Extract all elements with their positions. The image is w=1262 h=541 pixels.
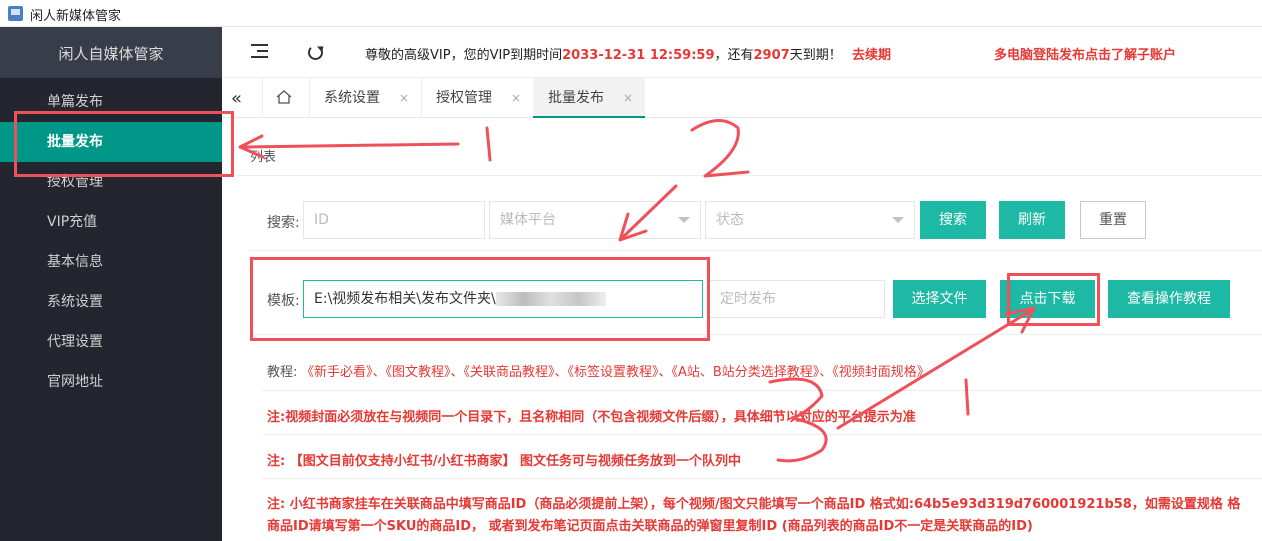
annotation-numeral-3	[768, 377, 828, 463]
annotation-numeral-1	[485, 126, 492, 162]
annotation-strokes	[238, 119, 1036, 463]
annotation-tick-mark	[964, 378, 970, 416]
annotation-arrow-1	[240, 142, 460, 149]
annotation-numeral-2	[690, 119, 750, 178]
annotation-arrow-2	[620, 184, 678, 240]
annotation-arrow-3	[836, 308, 1034, 430]
